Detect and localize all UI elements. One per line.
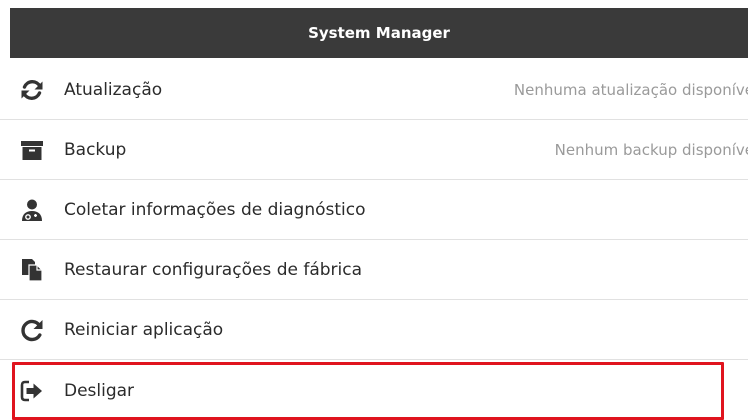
update-status-text: Nenhuma atualização disponíve [513, 80, 748, 99]
backup-status-text: Nenhum backup disponíve [554, 140, 748, 159]
menu-item-update[interactable]: Atualização Nenhuma atualização disponív… [0, 60, 748, 120]
menu-item-backup[interactable]: Backup Nenhum backup disponíve [0, 120, 748, 180]
menu-item-label: Coletar informações de diagnóstico [64, 199, 366, 220]
system-menu: Atualização Nenhuma atualização disponív… [0, 60, 748, 420]
archive-icon [20, 138, 44, 162]
copy-document-icon [20, 258, 44, 282]
page-title: System Manager [308, 24, 450, 42]
redo-icon [20, 318, 44, 342]
user-doctor-icon [20, 198, 44, 222]
sign-out-icon [20, 379, 44, 403]
menu-item-label: Reiniciar aplicação [64, 319, 224, 340]
menu-item-diagnostics[interactable]: Coletar informações de diagnóstico [0, 180, 748, 240]
menu-item-label: Atualização [64, 79, 163, 100]
refresh-icon [20, 78, 44, 102]
menu-item-restart-app[interactable]: Reiniciar aplicação [0, 300, 748, 360]
app-header: System Manager [10, 8, 748, 58]
menu-item-shutdown[interactable]: Desligar [12, 362, 724, 420]
menu-item-label: Backup [64, 139, 127, 160]
menu-item-label: Restaurar configurações de fábrica [64, 259, 363, 280]
menu-item-label: Desligar [64, 381, 135, 401]
menu-item-factory-reset[interactable]: Restaurar configurações de fábrica [0, 240, 748, 300]
